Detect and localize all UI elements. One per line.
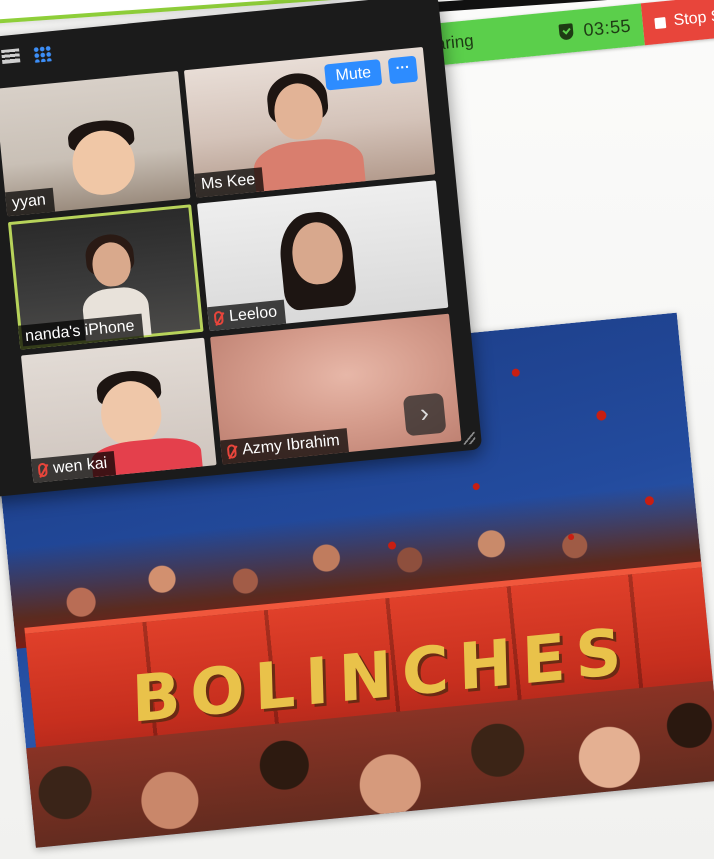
video-tile[interactable]: › Azmy Ibrahim	[210, 313, 462, 465]
participant-name-tag: Azmy Ibrahim	[220, 428, 349, 465]
participant-name-tag: wen kai	[31, 450, 117, 483]
more-options-button[interactable]: ···	[387, 55, 419, 85]
mic-muted-icon	[37, 462, 48, 478]
sharing-timer: 03:55	[582, 15, 632, 40]
window-resize-handle[interactable]	[462, 431, 476, 445]
mic-muted-icon	[226, 444, 238, 459]
stop-square-icon	[654, 16, 667, 29]
next-page-button[interactable]: ›	[402, 392, 447, 437]
participant-name-tag: Ms Kee	[194, 167, 265, 198]
participant-name: nanda's iPhone	[24, 317, 136, 346]
participant-name-tag: nanda's iPhone	[18, 313, 144, 350]
shield-check-icon	[558, 23, 575, 41]
stop-share-label: Stop S	[672, 7, 714, 30]
video-tile[interactable]: yyan	[0, 70, 191, 217]
participant-name: yyan	[11, 191, 47, 212]
mic-muted-icon	[213, 310, 224, 326]
participant-name-tag: Leeloo	[207, 299, 287, 332]
video-tile-active-speaker[interactable]: nanda's iPhone	[7, 204, 204, 350]
view-toolbar	[1, 45, 53, 66]
list-view-icon[interactable]	[1, 48, 21, 65]
mute-button[interactable]: Mute	[324, 59, 383, 91]
participant-name: Ms Kee	[200, 170, 256, 194]
video-tile[interactable]: Mute ··· Ms Kee	[183, 46, 436, 198]
video-tile[interactable]: wen kai	[20, 337, 217, 483]
zoom-gallery-window: yyan Mute ··· Ms Kee nanda's iPhone Leel…	[0, 0, 483, 498]
video-tile[interactable]: Leeloo	[197, 180, 449, 332]
participant-name: Azmy Ibrahim	[241, 431, 341, 459]
gallery-view-icon[interactable]	[32, 45, 53, 63]
stop-share-button[interactable]: Stop S	[640, 0, 714, 46]
participant-name: wen kai	[52, 454, 108, 477]
participant-name-tag: yyan	[4, 187, 55, 217]
participant-name: Leeloo	[228, 303, 278, 326]
